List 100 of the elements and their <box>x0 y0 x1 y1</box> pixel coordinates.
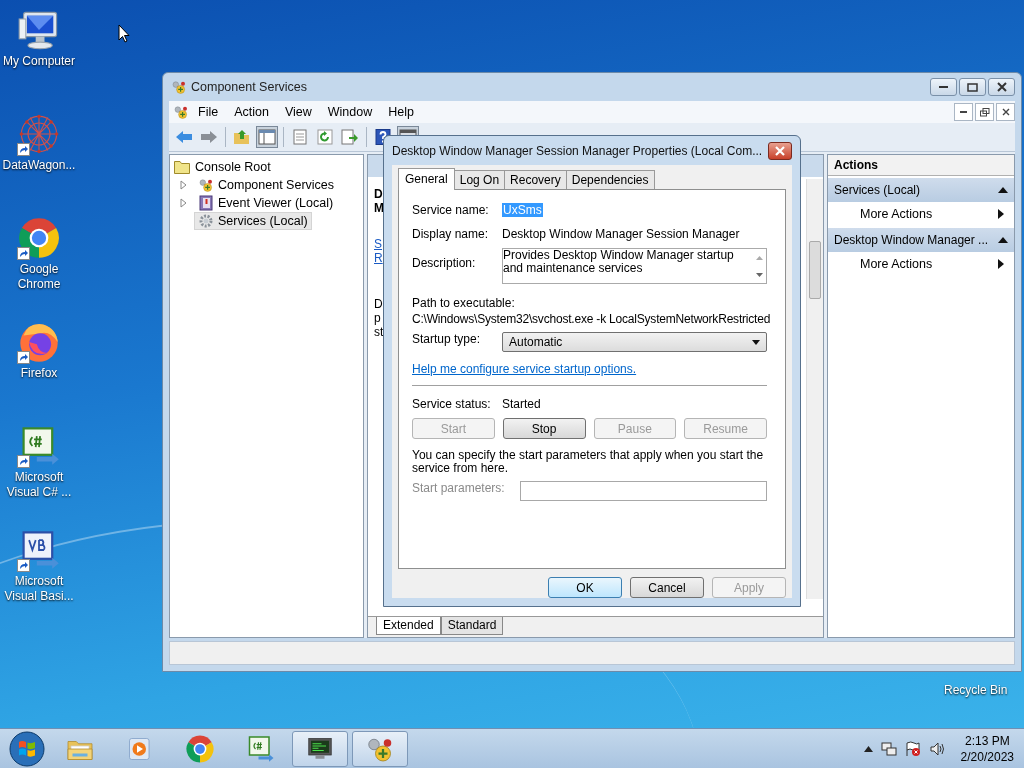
start-button[interactable] <box>6 729 48 768</box>
tree-pane-icon[interactable] <box>256 126 278 148</box>
menu-item[interactable]: Help <box>381 105 421 119</box>
desktop-icon-label[interactable]: Microsoft Visual C# ... <box>1 470 77 500</box>
component-gears-icon <box>173 104 189 120</box>
instruction-text: You can specify the start parameters that apply when you start the service from here. <box>412 449 765 475</box>
field-label: Display name: <box>412 227 490 241</box>
description-field[interactable]: Provides Desktop Window Manager startup and maintenance services <box>502 248 767 284</box>
description-text: st <box>374 325 384 339</box>
maximize-icon <box>967 82 978 92</box>
tree-item[interactable]: Console Root <box>195 160 271 174</box>
section-title: Services (Local) <box>834 183 921 197</box>
field-label: Description: <box>412 255 477 270</box>
view-tab[interactable]: Standard <box>440 617 504 635</box>
export-list-icon[interactable] <box>339 126 361 148</box>
close-icon <box>996 82 1007 92</box>
chrome-icon <box>17 216 61 260</box>
dialog-button[interactable]: Cancel <box>630 577 704 598</box>
description-text: D <box>374 297 383 311</box>
desktop-icon-label[interactable]: Firefox <box>1 366 77 381</box>
folder-icon <box>174 160 190 174</box>
field-label: Service status: <box>412 397 492 411</box>
event-log-icon <box>198 195 214 211</box>
tab[interactable]: Log On <box>453 170 506 189</box>
minimize-button[interactable] <box>954 103 973 121</box>
restore-icon <box>979 107 990 117</box>
show-hidden-icons-icon[interactable] <box>863 745 873 752</box>
submenu-arrow-icon[interactable] <box>998 209 1004 219</box>
close-icon <box>1001 108 1010 116</box>
field-label: Start parameters: <box>412 481 506 495</box>
pane-title: Actions <box>828 155 1014 176</box>
shortcut-arrow-icon <box>17 247 30 260</box>
close-button[interactable] <box>996 103 1015 121</box>
action-link[interactable]: S <box>374 237 382 251</box>
shortcut-arrow-icon <box>17 559 30 572</box>
section-title: Desktop Window Manager ... <box>834 233 989 247</box>
dropdown-arrow-icon <box>752 339 760 345</box>
close-button[interactable] <box>988 78 1015 96</box>
service-status-value: Started <box>502 397 541 411</box>
menu-item[interactable]: File <box>191 105 226 119</box>
tree-item[interactable]: Services (Local) <box>194 212 312 230</box>
collapse-arrow-icon[interactable] <box>998 236 1008 244</box>
close-button[interactable] <box>768 141 792 160</box>
speaker-icon[interactable] <box>928 740 945 757</box>
section-header[interactable]: Desktop Window Manager ... <box>828 228 1014 252</box>
scroll-down-icon[interactable] <box>755 272 763 277</box>
restore-button[interactable] <box>975 103 994 121</box>
clock-time[interactable]: 2:13 PM <box>964 732 1010 749</box>
tab[interactable]: Recovery <box>504 170 567 189</box>
desktop-icon-label[interactable]: My Computer <box>1 54 77 69</box>
submenu-arrow-icon[interactable] <box>998 259 1004 269</box>
action-link[interactable]: R <box>374 251 383 265</box>
shortcut-arrow-icon <box>17 455 30 468</box>
menu-item[interactable]: View <box>277 105 319 119</box>
dialog-title: Desktop Window Manager Session Manager Properties (Local Com... <box>392 143 763 158</box>
display-name-value: Desktop Window Manager Session Manager <box>502 227 740 241</box>
tree-item[interactable]: Event Viewer (Local) <box>194 194 338 212</box>
action-item[interactable]: More Actions <box>860 257 933 271</box>
minimize-button[interactable] <box>930 78 957 96</box>
service-heading-text: D <box>374 187 383 201</box>
action-item[interactable]: More Actions <box>860 207 933 221</box>
network-graph-icon <box>17 112 61 156</box>
flag-icon[interactable] <box>904 740 921 757</box>
vertical-scrollbar[interactable] <box>806 179 823 599</box>
taskbar-button[interactable] <box>292 730 348 767</box>
menu-item[interactable]: Action <box>227 105 276 119</box>
expand-arrow-icon[interactable] <box>180 198 187 208</box>
desktop-icon-label[interactable]: DataWagon... <box>1 158 77 173</box>
expand-arrow-icon[interactable] <box>180 180 187 190</box>
minimize-icon <box>959 110 968 114</box>
description-text: p <box>374 311 381 325</box>
maximize-button[interactable] <box>959 78 986 96</box>
service-control-button[interactable]: Stop <box>502 418 586 439</box>
gear-icon <box>198 213 214 229</box>
window-title: Component Services <box>191 80 308 94</box>
component-gears-icon <box>171 79 187 95</box>
service-heading-text: M <box>374 201 384 215</box>
menu-item[interactable]: Window <box>320 105 380 119</box>
tab[interactable]: Dependencies <box>565 170 655 189</box>
tab[interactable]: General <box>398 168 455 190</box>
help-link[interactable]: Help me configure service startup options. <box>412 362 767 376</box>
startup-type-dropdown[interactable]: Automatic <box>502 332 767 352</box>
collapse-arrow-icon[interactable] <box>998 186 1008 194</box>
component-gears-icon <box>198 177 214 193</box>
tree-item[interactable]: Component Services <box>194 176 339 194</box>
shortcut-arrow-icon <box>17 351 30 364</box>
field-label: Path to executable: <box>412 296 516 310</box>
view-tab[interactable]: Extended <box>376 617 441 635</box>
desktop-icon-label[interactable]: Google Chrome <box>1 262 77 292</box>
section-header[interactable]: Services (Local) <box>828 178 1014 202</box>
network-icon[interactable] <box>880 740 897 757</box>
mouse-cursor-icon <box>118 24 130 43</box>
field-label: Startup type: <box>412 332 482 346</box>
minimize-icon <box>938 85 949 89</box>
close-icon <box>775 145 786 156</box>
refresh-icon[interactable] <box>314 126 336 148</box>
dialog-button[interactable]: OK <box>548 577 622 598</box>
clock-date[interactable]: 2/20/2023 <box>960 748 1014 765</box>
shortcut-arrow-icon <box>17 143 30 156</box>
chrome-icon <box>185 733 215 764</box>
